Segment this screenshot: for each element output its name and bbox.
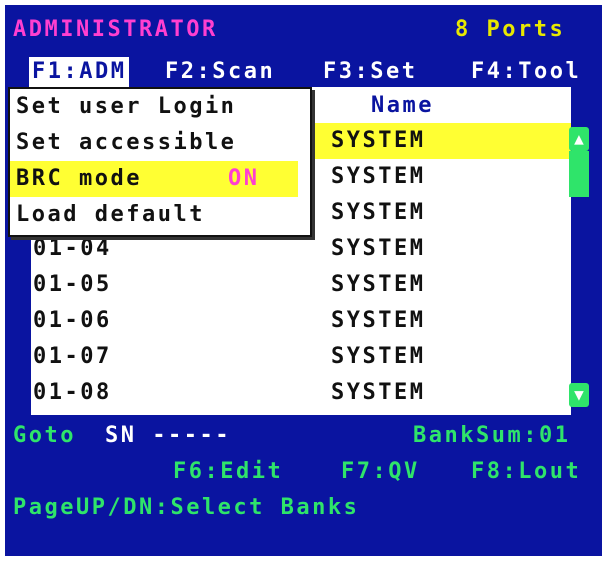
brc-mode-value: ON	[228, 166, 260, 191]
port-name: SYSTEM	[331, 380, 426, 405]
port-id: 01-06	[33, 308, 112, 333]
scroll-down-arrow-icon[interactable]: ▼	[569, 383, 589, 407]
menu-f3-set[interactable]: F3:Set	[323, 57, 417, 87]
scroll-up-arrow-icon[interactable]: ▲	[569, 127, 589, 151]
menu-item-set-accessible[interactable]: Set accessible	[10, 125, 310, 161]
banksum-label: BankSum:01	[413, 423, 571, 448]
menu-f4-tool[interactable]: F4:Tool	[471, 57, 581, 87]
port-id: 01-04	[33, 236, 112, 261]
port-id: 01-07	[33, 344, 112, 369]
osd-screen: ADMINISTRATOR 8 Ports F1:ADM F2:Scan F3:…	[5, 5, 602, 556]
menu-item-set-user-login[interactable]: Set user Login	[10, 89, 310, 125]
scroll-thumb[interactable]	[569, 151, 589, 197]
port-name: SYSTEM	[331, 236, 426, 261]
menu-item-label: BRC mode	[16, 166, 142, 191]
menu-f2-scan[interactable]: F2:Scan	[165, 57, 275, 87]
port-id: 01-08	[33, 380, 112, 405]
menu-f1-adm[interactable]: F1:ADM	[29, 57, 130, 87]
port-name: SYSTEM	[331, 200, 426, 225]
f6-edit-hint[interactable]: F6:Edit	[173, 459, 283, 485]
f7-qv-hint[interactable]: F7:QV	[341, 459, 420, 485]
menu-item-brc-mode[interactable]: BRC mode ON	[10, 161, 298, 197]
menu-item-label: Set accessible	[16, 130, 237, 155]
port-name: SYSTEM	[331, 308, 426, 333]
list-row[interactable]: 01-08 SYSTEM	[31, 375, 571, 411]
menu-item-label: Set user Login	[16, 94, 237, 119]
sn-field[interactable]: SN -----	[105, 423, 231, 449]
adm-dropdown-menu: Set user Login Set accessible BRC mode O…	[8, 87, 312, 237]
goto-label[interactable]: Goto	[13, 423, 76, 449]
menu-item-load-default[interactable]: Load default	[10, 197, 310, 233]
port-name: SYSTEM	[331, 272, 426, 297]
list-row[interactable]: 01-06 SYSTEM	[31, 303, 571, 339]
list-row[interactable]: 01-07 SYSTEM	[31, 339, 571, 375]
port-name: SYSTEM	[331, 344, 426, 369]
pageupdn-hint: PageUP/DN:Select Banks	[13, 495, 360, 520]
name-column-header: Name	[371, 93, 434, 118]
ports-count: 8 Ports	[455, 17, 566, 42]
f8-lout-hint[interactable]: F8:Lout	[471, 459, 581, 485]
port-name: SYSTEM	[331, 164, 426, 189]
role-title: ADMINISTRATOR	[13, 17, 218, 42]
port-name: SYSTEM	[331, 128, 426, 153]
menu-item-label: Load default	[16, 202, 205, 227]
list-row[interactable]: 01-05 SYSTEM	[31, 267, 571, 303]
port-id: 01-05	[33, 272, 112, 297]
